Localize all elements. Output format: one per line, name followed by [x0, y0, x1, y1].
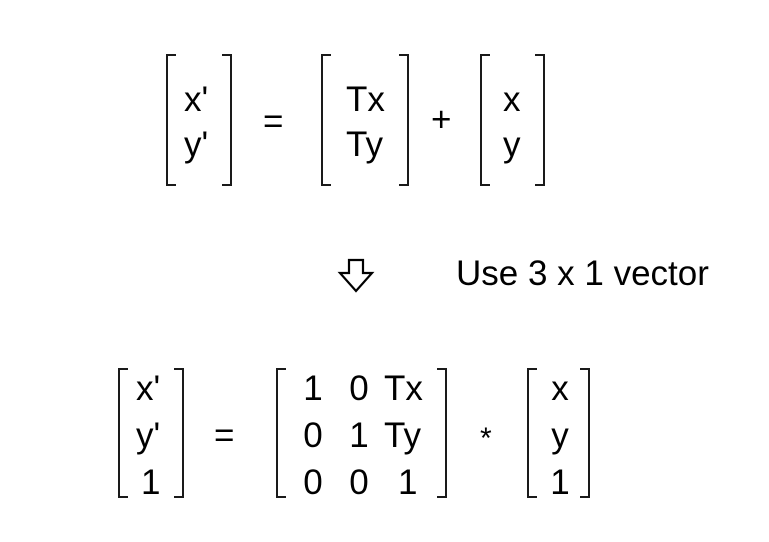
equals-sign: = — [214, 416, 235, 455]
matrix-cell: Ty — [384, 416, 421, 455]
lhs-entry: y' — [184, 125, 209, 164]
multiply-sign: * — [480, 422, 492, 455]
lhs-entry: x' — [136, 369, 161, 408]
translation-entry: Ty — [346, 125, 383, 164]
equals-sign: = — [263, 102, 284, 141]
bracket-right — [222, 54, 232, 186]
lhs-entry: x' — [184, 80, 209, 119]
matrix-cell: Tx — [384, 369, 423, 408]
plus-sign: + — [431, 100, 452, 139]
matrix-cell: 0 — [303, 463, 323, 502]
bracket-right — [174, 368, 184, 498]
bracket-left — [118, 368, 128, 498]
vector-entry: 1 — [550, 463, 570, 502]
bracket-left — [166, 54, 176, 186]
bracket-left — [321, 54, 331, 186]
matrix-cell: 0 — [349, 369, 369, 408]
bracket-right — [399, 54, 409, 186]
vector-entry: x — [551, 369, 569, 408]
translation-entry: Tx — [346, 80, 385, 119]
bracket-left — [276, 368, 286, 498]
lhs-entry: 1 — [141, 463, 161, 502]
lhs-entry: y' — [136, 416, 161, 455]
down-arrow-icon — [337, 258, 375, 293]
diagram-canvas: x' y' = Tx Ty + x y Use 3 x 1 vector x' … — [0, 0, 769, 542]
vector-entry: y — [503, 125, 521, 164]
arrow-caption: Use 3 x 1 vector — [456, 254, 709, 293]
bracket-right — [535, 54, 545, 186]
bracket-right — [580, 368, 590, 498]
matrix-cell: 1 — [398, 463, 418, 502]
matrix-cell: 1 — [303, 369, 323, 408]
matrix-cell: 1 — [349, 416, 369, 455]
bracket-left — [480, 54, 490, 186]
bracket-left — [527, 368, 537, 498]
matrix-cell: 0 — [349, 463, 369, 502]
vector-entry: y — [551, 416, 569, 455]
vector-entry: x — [503, 80, 521, 119]
matrix-cell: 0 — [303, 416, 323, 455]
bracket-right — [437, 368, 447, 498]
